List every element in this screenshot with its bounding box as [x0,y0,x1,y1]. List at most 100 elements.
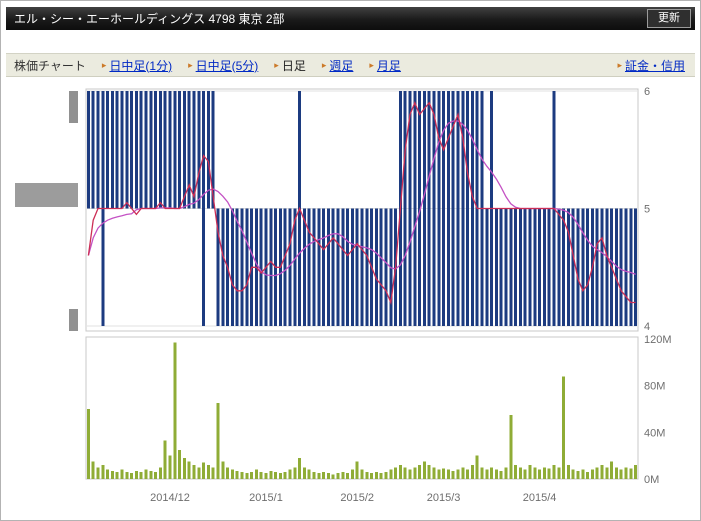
tab-intraday-5min[interactable]: ▸ 日中足(5分) [188,57,258,74]
price-bar [442,91,446,326]
price-bar [600,208,604,326]
price-bar [163,91,167,209]
section-label: 株価チャート [14,58,86,73]
tab-label: 日足 [281,58,306,73]
volume-bar [634,465,638,479]
price-bar [120,91,124,209]
price-bar [619,208,623,326]
volume-bar [466,469,470,479]
volume-tick-label: 80M [644,381,665,393]
price-bar [466,91,470,326]
price-bar [374,208,378,326]
price-bar [341,208,345,326]
volume-bar [403,467,407,479]
volume-bar [494,469,498,479]
volume-bar [202,462,206,479]
price-bar [168,91,172,209]
x-tick-label: 2015/4 [523,492,557,504]
tab-label: 月足 [376,58,401,73]
vertical-scrollbar-thumb-top[interactable] [69,91,78,123]
tab-margin-credit[interactable]: ▸ 証金・信用 [617,57,685,74]
volume-bar [149,470,153,479]
volume-bar [590,469,594,479]
x-tick-label: 2014/12 [150,492,190,504]
tab-daily[interactable]: ▸ 日足 [274,57,306,74]
volume-bar [586,472,590,479]
price-bar [365,208,369,326]
volume-bar [528,465,532,479]
arrow-icon: ▸ [369,59,374,70]
price-bar [154,91,158,209]
update-button[interactable]: 更新 [647,9,691,28]
price-bar [437,91,441,326]
volume-bar [336,473,340,479]
price-bar [355,208,359,326]
volume-bar [211,467,215,479]
price-bar [538,208,542,326]
volume-bar [346,473,350,479]
price-bar [173,91,177,209]
price-bar [360,208,364,326]
price-bar [403,91,407,326]
volume-bar [379,473,383,479]
volume-bar [221,461,225,479]
volume-bar [197,467,201,479]
volume-bar [120,469,124,479]
price-bar [106,91,110,209]
vertical-scrollbar-thumb-bottom[interactable] [69,309,78,331]
volume-bar [350,469,354,479]
price-bar [528,208,532,326]
x-tick-label: 2015/2 [340,492,374,504]
volume-bar [422,461,426,479]
price-bar [125,91,129,209]
volume-bar [456,469,460,479]
chart-canvas: 6 5 4 120M 80M 40M 0M 2014/12 2015/1 2015/2 2015… [15,86,672,504]
price-bar [542,208,546,326]
volume-bar [288,469,292,479]
x-tick-label: 2015/3 [427,492,461,504]
volume-bar [226,467,230,479]
price-bar [86,91,90,209]
price-bar [130,91,134,209]
volume-bar [562,376,566,479]
x-tick-label: 2015/1 [249,492,283,504]
price-bar [178,91,182,209]
volume-bar [542,467,546,479]
price-bar [432,91,436,326]
volume-bar [446,469,450,479]
volume-bar [504,467,508,479]
price-bar [149,91,153,209]
price-bar [331,208,335,326]
volume-bar [595,467,599,479]
volume-bar [619,469,623,479]
tab-label: 日中足(5分) [195,58,259,73]
volume-bar [178,449,182,479]
volume-bar [125,472,129,479]
chart-nav: 株価チャート ▸ 日中足(1分) ▸ 日中足(5分) ▸ 日足 ▸ 週足 ▸ 月… [6,53,695,77]
price-bar [346,208,350,326]
volume-bar [624,467,628,479]
volume-bar [370,473,374,479]
tab-monthly[interactable]: ▸ 月足 [369,57,401,74]
tab-weekly[interactable]: ▸ 週足 [322,57,354,74]
tab-intraday-1min[interactable]: ▸ 日中足(1分) [102,57,172,74]
price-bar [634,208,638,326]
price-bar [230,208,234,326]
volume-bar [250,472,254,479]
volume-bar [374,472,378,479]
price-bar [571,208,575,326]
volume-bar [408,469,412,479]
price-bar [379,208,383,326]
price-bar [586,208,590,326]
volume-bar [278,473,282,479]
volume-bar [139,472,143,479]
volume-bar [101,465,105,479]
volume-bar [144,469,148,479]
volume-bar [360,469,364,479]
left-slider-handle[interactable] [15,183,78,207]
price-bar [557,208,561,326]
price-bar [581,208,585,326]
price-bar [235,208,239,326]
stock-chart-window: 6 5 4 120M 80M 40M 0M 2014/12 2015/1 2015/2 2015… [0,0,701,521]
volume-bar [518,467,522,479]
